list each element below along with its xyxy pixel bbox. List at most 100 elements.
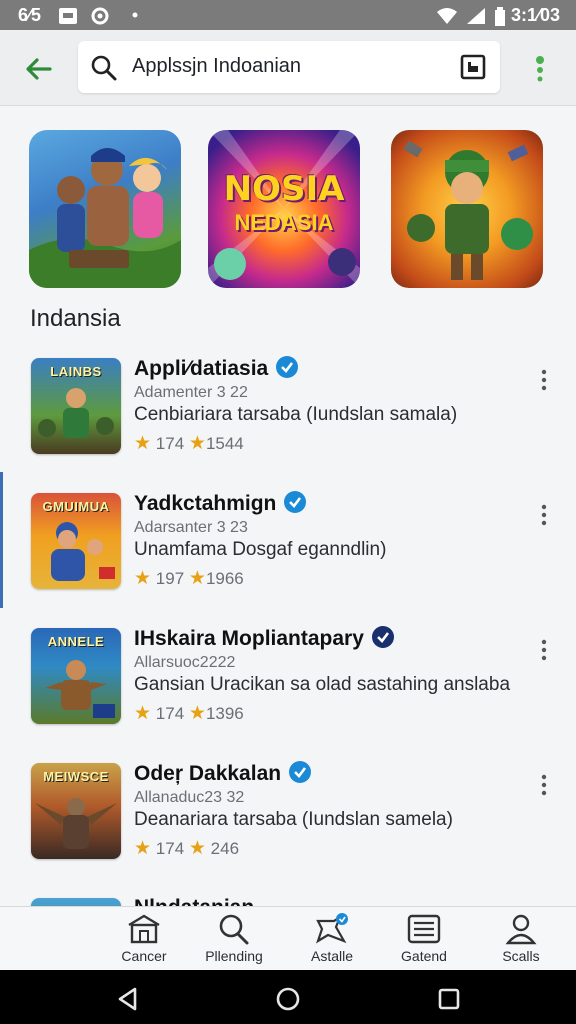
settings-icon <box>91 7 109 25</box>
app-description: Gansian Uracikan sa olad sastahing ansla… <box>134 674 511 695</box>
message-icon <box>59 8 77 24</box>
app-art <box>35 798 117 849</box>
featured-carousel: NOSIA NEDASIA <box>0 130 576 290</box>
star-icon: ★ <box>188 433 206 454</box>
featured-tile-1[interactable] <box>29 130 181 288</box>
app-name: Odeŗ Dakkalan <box>134 762 282 785</box>
app-description: Deanariara tarsaba (Iundslan samela) <box>134 809 453 830</box>
app-icon: LAINBS <box>31 358 121 454</box>
app-stats: ★ 174 ★1396 <box>134 702 244 725</box>
app-rating: 174 <box>155 704 185 723</box>
badge-icon <box>316 913 348 944</box>
featured-art-3 <box>403 140 533 280</box>
system-nav-bar <box>0 970 576 1024</box>
app-description: Unamfama Dosgaf eganndlin) <box>134 539 387 560</box>
star-icon: ★ <box>134 703 152 724</box>
nav-item-astalle[interactable]: Astalle <box>284 907 380 971</box>
app-developer: Allanaduc23 32 <box>134 789 245 806</box>
app-downloads: 1966 <box>205 569 244 588</box>
list-item[interactable]: LAINBS Appli⁄datiasia Adamenter 3 22 Cen… <box>0 340 576 460</box>
nav-label: Scalls <box>502 948 540 964</box>
app-rating: 174 <box>155 839 185 858</box>
search-input[interactable]: Applssjn Indoanian <box>132 55 301 78</box>
featured-tile-2[interactable]: NOSIA NEDASIA <box>208 130 360 288</box>
app-rating: 174 <box>155 434 185 453</box>
app-art <box>45 660 115 718</box>
dot-icon <box>132 12 138 18</box>
wifi-icon <box>437 8 457 24</box>
account-icon <box>505 914 537 945</box>
app-developer: Adarsanter 3 23 <box>134 519 248 536</box>
app-name-row: Appli⁄datiasia <box>134 356 299 381</box>
section-title: Indansia <box>30 305 121 332</box>
more-options-icon[interactable] <box>538 773 550 797</box>
nav-item-scalls[interactable]: Scalls <box>473 907 569 971</box>
home-circle-icon[interactable] <box>275 986 301 1012</box>
status-time: 6⁄5 <box>18 5 42 25</box>
featured-title: NOSIA <box>223 169 345 209</box>
search-bar[interactable]: Applssjn Indoanian <box>78 41 500 93</box>
app-icon: GMUIMUA <box>31 493 121 589</box>
app-stats: ★ 197 ★1966 <box>134 567 244 590</box>
app-stats: ★ 174 ★ 246 <box>134 837 239 860</box>
scan-icon[interactable] <box>460 54 486 80</box>
verified-badge-icon <box>276 356 299 378</box>
nav-item-pllending[interactable]: Pllending <box>186 907 282 971</box>
verified-badge-icon <box>371 626 394 648</box>
more-options-icon[interactable] <box>538 638 550 662</box>
app-downloads: 1544 <box>205 434 244 453</box>
nav-label: Astalle <box>310 948 354 964</box>
app-downloads: 246 <box>210 839 240 858</box>
app-developer: Allarsuoc2222 <box>134 654 236 671</box>
app-art <box>51 522 115 581</box>
battery-icon <box>495 7 505 26</box>
nav-item-gatend[interactable]: Gatend <box>376 907 472 971</box>
nav-label: Gatend <box>401 948 447 964</box>
signal-icon <box>467 8 485 24</box>
overflow-menu-icon[interactable] <box>533 55 547 85</box>
app-name-row: Yadkctahmign <box>134 491 307 516</box>
recents-square-icon[interactable] <box>438 988 460 1010</box>
app-name: Appli⁄datiasia <box>134 357 269 380</box>
verified-badge-icon <box>289 761 312 783</box>
bottom-nav: Cancer Pllending Astalle Gatend Scalls <box>0 906 576 970</box>
star-icon: ★ <box>188 568 206 589</box>
status-bar: 6⁄5 3:1⁄03 <box>0 0 576 30</box>
screen: 6⁄5 3:1⁄03 Applssjn Indoanian NOSIA NEDA… <box>0 0 576 1024</box>
list-item[interactable]: MEIWSCE Odeŗ Dakkalan Allanaduc23 32 Dea… <box>0 745 576 865</box>
featured-tile-3[interactable] <box>391 130 543 288</box>
app-downloads: 1396 <box>205 704 244 723</box>
app-developer: Adamenter 3 22 <box>134 384 248 401</box>
app-stats: ★ 174 ★1544 <box>134 432 244 455</box>
app-art <box>38 388 114 438</box>
back-arrow-icon[interactable] <box>22 52 56 86</box>
app-bar: Applssjn Indoanian <box>0 30 576 106</box>
back-triangle-icon[interactable] <box>116 987 140 1011</box>
star-icon: ★ <box>134 838 152 859</box>
list-item[interactable]: ANNELE IHskaira Mopliantapary Allarsuoc2… <box>0 610 576 730</box>
more-options-icon[interactable] <box>538 368 550 392</box>
star-icon: ★ <box>188 703 206 724</box>
search-icon <box>91 55 117 81</box>
star-icon: ★ <box>134 433 152 454</box>
featured-art-1 <box>29 148 181 288</box>
app-name-row: IHskaira Mopliantapary <box>134 626 394 651</box>
featured-subtitle: NEDASIA <box>234 210 334 235</box>
app-name: IHskaira Mopliantapary <box>134 627 364 650</box>
star-icon: ★ <box>134 568 152 589</box>
nav-label: Cancer <box>121 948 167 964</box>
app-icon: ANNELE <box>31 628 121 724</box>
app-icon: MEIWSCE <box>31 763 121 859</box>
verified-badge-icon <box>284 491 307 513</box>
more-options-icon[interactable] <box>538 503 550 527</box>
list-icon <box>407 914 441 944</box>
star-icon: ★ <box>188 838 206 859</box>
app-name-row: Odeŗ Dakkalan <box>134 761 312 786</box>
list-item[interactable]: GMUIMUA Yadkctahmign Adarsanter 3 23 Una… <box>0 475 576 595</box>
app-name: Yadkctahmign <box>134 492 277 515</box>
nav-item-cancer[interactable]: Cancer <box>96 907 192 971</box>
store-icon <box>128 914 160 944</box>
featured-art-2 <box>208 130 360 288</box>
status-clock: 3:1⁄03 <box>510 5 560 25</box>
app-description: Cenbiariara tarsaba (Iundslan samala) <box>134 404 458 425</box>
